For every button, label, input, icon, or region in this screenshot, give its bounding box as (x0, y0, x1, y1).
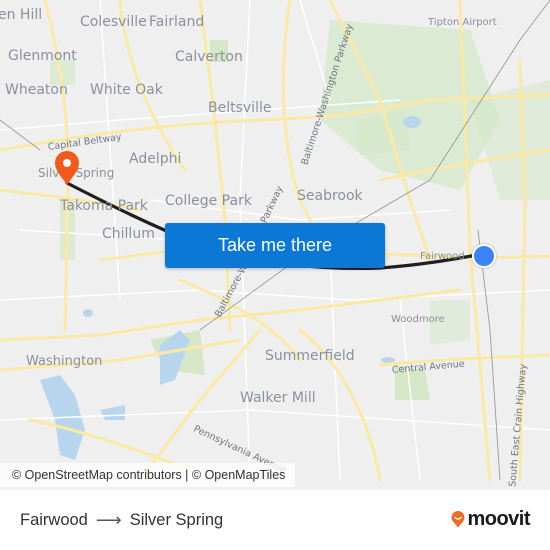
place-label: White Oak (90, 82, 163, 98)
place-label: Calverton (175, 49, 243, 65)
destination-name: Silver Spring (129, 511, 224, 529)
moovit-logo[interactable]: moovit (451, 508, 530, 531)
place-label: College Park (165, 193, 252, 209)
take-me-there-button[interactable]: Take me there (165, 223, 385, 268)
place-label: Beltsville (208, 100, 272, 116)
map-attribution[interactable]: © OpenStreetMap contributors | © OpenMap… (0, 463, 296, 487)
place-label: Walker Mill (240, 390, 316, 406)
place-label: Adelphi (129, 151, 182, 167)
origin-name: Fairwood (20, 511, 88, 529)
place-label: Glenmont (8, 48, 77, 64)
map[interactable]: en Hill Colesville Fairland Glenmont Cal… (0, 0, 550, 490)
place-label: Fairwood (420, 251, 465, 262)
place-label: en Hill (0, 7, 43, 23)
footer: Fairwood ⟶ Silver Spring moovit (0, 490, 550, 550)
moovit-pin-icon (451, 511, 465, 528)
place-label: Seabrook (297, 188, 363, 204)
place-label: Woodmore (391, 314, 445, 325)
destination-pin-icon[interactable] (52, 150, 82, 186)
place-label: Summerfield (265, 348, 355, 364)
place-label: Wheaton (5, 82, 68, 98)
place-label: Tipton Airport (428, 17, 497, 28)
place-label: Washington (26, 354, 103, 369)
place-label: Colesville (80, 14, 147, 30)
place-label: Takoma Park (60, 198, 148, 214)
arrow-right-icon: ⟶ (95, 510, 122, 530)
brand-name: moovit (467, 508, 530, 530)
place-label: Chillum (102, 226, 155, 242)
origin-dot-icon[interactable] (472, 244, 496, 268)
place-label: Fairland (149, 14, 205, 30)
route-title: Fairwood ⟶ Silver Spring (20, 510, 223, 531)
